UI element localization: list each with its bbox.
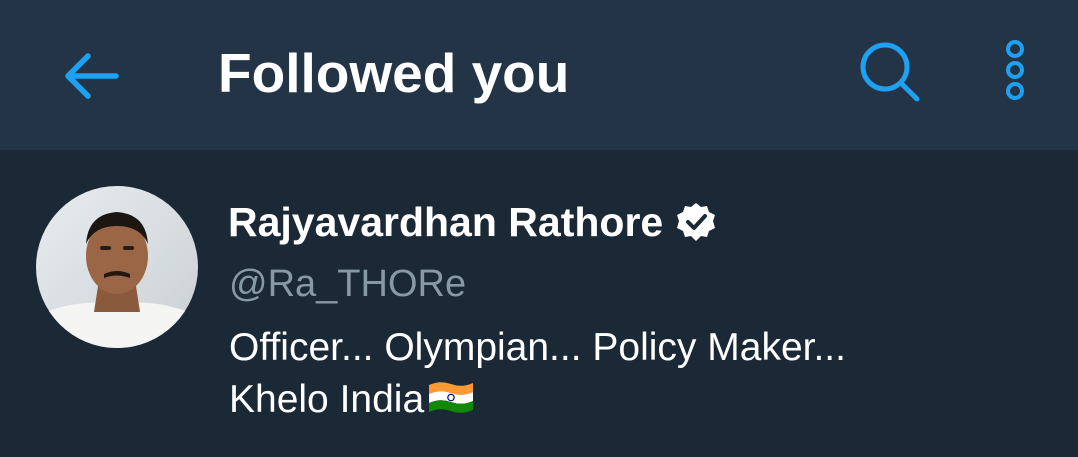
arrow-left-icon [65, 53, 119, 99]
more-vertical-icon [1006, 40, 1024, 100]
user-name-row: Rajyavardhan Rathore [228, 198, 717, 246]
verified-badge-icon [677, 203, 716, 241]
bio-line-1: Officer... Olympian... Policy Maker... [229, 326, 846, 369]
page-title: Followed you [218, 42, 570, 104]
user-handle: @Ra_THORe [229, 263, 467, 305]
bio-line-2: Khelo India [229, 374, 1049, 426]
user-bio: Officer... Olympian... Policy Maker... K… [229, 322, 1049, 426]
avatar[interactable] [36, 186, 198, 348]
more-options-button[interactable] [990, 30, 1040, 110]
avatar-image [36, 186, 198, 348]
follower-list-item[interactable]: Rajyavardhan Rathore @Ra_THORe Officer..… [0, 150, 1078, 457]
search-icon [860, 42, 920, 102]
india-flag-icon [429, 382, 474, 413]
user-name: Rajyavardhan Rathore [228, 199, 664, 245]
bio-line-2-text: Khelo India [229, 378, 425, 421]
back-button[interactable] [50, 40, 130, 112]
app-bar: Followed you [0, 0, 1078, 150]
search-button[interactable] [852, 34, 928, 110]
